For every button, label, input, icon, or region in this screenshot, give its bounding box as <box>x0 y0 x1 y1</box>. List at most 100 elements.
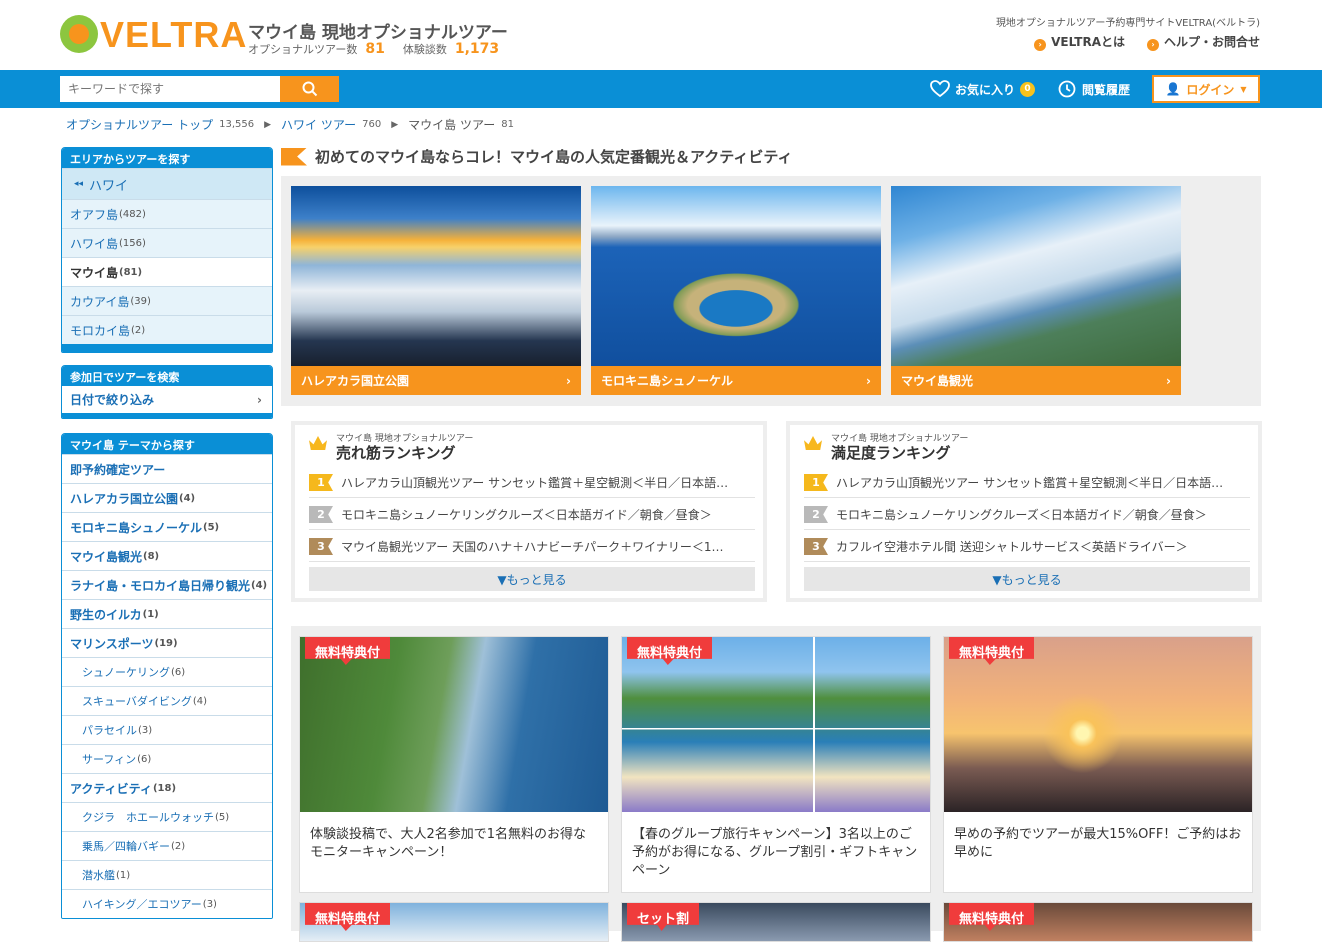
tagline: 現地オプショナルツアー予約専門サイトVELTRA(ベルトラ) <box>995 18 1260 29</box>
sidebar-item-whale[interactable]: クジラ ホエールウォッチ (5) <box>62 802 272 831</box>
theme-label: サーフィン <box>82 753 137 766</box>
sidebar-item-molokini[interactable]: モロキニ島シュノーケル (5) <box>62 512 272 541</box>
ranking-item[interactable]: 1 ハレアカラ山頂観光ツアー サンセット鑑賞＋星空観測＜半日／日本語… <box>309 468 755 498</box>
promo-card-monitor[interactable]: 無料特典付 体験談投稿で、大人2名参加で1名無料のお得なモニターキャンペーン！ <box>299 636 609 893</box>
theme-label: 野生のイルカ <box>70 607 142 622</box>
header-links: › VELTRAとは › ヘルプ・お問合せ <box>1034 33 1260 51</box>
sidebar-item-big-island[interactable]: ハワイ島 (156) <box>62 228 272 257</box>
breadcrumb-item-top[interactable]: オプショナルツアー トップ <box>66 116 213 133</box>
ranking-title: 売れ筋ランキング <box>336 444 456 462</box>
area-label: カウアイ島 <box>70 294 130 309</box>
help-link[interactable]: › ヘルプ・お問合せ <box>1146 33 1260 51</box>
promo-card-early-booking[interactable]: 無料特典付 早めの予約でツアーが最大15%OFF！ご予約はお早めに <box>943 636 1253 893</box>
favorites-label: お気に入り <box>954 82 1015 97</box>
feature-label: モロキニ島シュノーケル <box>601 374 734 388</box>
promo-panel: 無料特典付 体験談投稿で、大人2名参加で1名無料のお得なモニターキャンペーン！ … <box>291 626 1261 942</box>
maui-coast-photo <box>891 186 1181 366</box>
logo-text: VELTRA <box>100 14 248 55</box>
chevron-right-icon: › <box>1034 39 1047 51</box>
sidebar-item-submarine[interactable]: 潜水艦 (1) <box>62 860 272 889</box>
ranking-item[interactable]: 3 マウイ島観光ツアー 天国のハナ＋ハナビーチパーク＋ワイナリー＜1… <box>309 532 755 562</box>
feature-card-molokini[interactable]: モロキニ島シュノーケル › <box>591 186 881 396</box>
section-title-text: 初めてのマウイ島ならコレ！マウイ島の人気定番観光＆アクティビティ <box>315 148 793 166</box>
sidebar-item-parasail[interactable]: パラセイル (3) <box>62 715 272 744</box>
sidebar-item-dolphin[interactable]: 野生のイルカ (1) <box>62 599 272 628</box>
promo-card-row2[interactable]: セット割 <box>621 902 931 942</box>
theme-count: (2) <box>171 840 186 852</box>
ranking-item[interactable]: 1 ハレアカラ山頂観光ツアー サンセット鑑賞＋星空観測＜半日／日本語… <box>804 468 1250 498</box>
chevron-right-icon: › <box>566 373 571 388</box>
search-input[interactable] <box>60 76 280 102</box>
sidebar-item-instant[interactable]: 即予約確定ツアー <box>62 454 272 483</box>
area-parent-label: ハワイ <box>89 178 129 194</box>
history-link[interactable]: 閲覧履歴 <box>1057 79 1130 99</box>
chevron-right-icon: › <box>257 392 262 407</box>
sidebar-item-marine-sports[interactable]: マリンスポーツ (19) <box>62 628 272 657</box>
sidebar-item-scuba[interactable]: スキューバダイビング (4) <box>62 686 272 715</box>
theme-count: (6) <box>137 753 152 765</box>
feature-panel: ハレアカラ国立公園 › モロキニ島シュノーケル › マウイ島観光 › <box>281 176 1261 406</box>
breadcrumb-item-hawaii[interactable]: ハワイ ツアー <box>281 116 356 133</box>
area-count: (39) <box>130 295 151 307</box>
theme-box: マウイ島 テーマから探す 即予約確定ツアー ハレアカラ国立公園 (4) モロキニ島… <box>61 433 273 919</box>
history-icon <box>1058 80 1076 98</box>
area-parent-hawaii[interactable]: ◂◂ ハワイ <box>62 168 272 199</box>
rank-badge-2: 2 <box>309 506 333 523</box>
ranking-item-label: ハレアカラ山頂観光ツアー サンセット鑑賞＋星空観測＜半日／日本語… <box>341 476 729 490</box>
ranking-item[interactable]: 2 モロキニ島シュノーケリングクルーズ＜日本語ガイド／朝食／昼食＞ <box>804 500 1250 530</box>
date-heading: 参加日でツアーを検索 <box>62 366 272 386</box>
theme-label: パラセイル <box>82 724 137 737</box>
ranking-title: 満足度ランキング <box>831 444 951 462</box>
favorites-link[interactable]: お気に入り 0 <box>930 80 1035 98</box>
promo-card-row2[interactable]: 無料特典付 <box>943 902 1253 942</box>
area-label: モロカイ島 <box>70 323 131 338</box>
area-count: (482) <box>119 208 146 220</box>
area-box: エリアからツアーを探す ◂◂ ハワイ オアフ島 (482) ハワイ島 (156) マウ… <box>61 147 273 353</box>
caret-down-icon: ▼ <box>1240 84 1247 94</box>
search-button[interactable] <box>280 76 339 102</box>
sidebar-item-lanai-molokai[interactable]: ラナイ島・モロカイ島日帰り観光 (4) <box>62 570 272 599</box>
feature-card-bar: ハレアカラ国立公園 › <box>291 366 581 395</box>
theme-label: ラナイ島・モロカイ島日帰り観光 <box>70 578 251 593</box>
ranking-item[interactable]: 3 カフルイ空港ホテル間 送迎シャトルサービス＜英語ドライバー＞ <box>804 532 1250 562</box>
promo-text: 【春のグループ旅行キャンペーン】3名以上のご予約がお得になる、グループ割引・ギフ… <box>632 827 918 878</box>
sidebar-item-snorkeling[interactable]: シュノーケリング (6) <box>62 657 272 686</box>
sidebar-item-molokai[interactable]: モロカイ島 (2) <box>62 315 272 344</box>
promo-card-group[interactable]: 無料特典付 【春のグループ旅行キャンペーン】3名以上のご予約がお得になる、グルー… <box>621 636 931 893</box>
nav-bar: お気に入り 0 閲覧履歴 👤 ログイン ▼ <box>0 70 1322 108</box>
login-label: ログイン <box>1186 82 1235 97</box>
sidebar-item-activity[interactable]: アクティビティ (18) <box>62 773 272 802</box>
veltra-logo[interactable]: VELTRA <box>60 12 246 55</box>
sidebar-item-maui-sightseeing[interactable]: マウイ島観光 (8) <box>62 541 272 570</box>
feature-card-maui-sightseeing[interactable]: マウイ島観光 › <box>891 186 1181 396</box>
promo-card-row2[interactable]: 無料特典付 <box>299 902 609 942</box>
ranking-item-label: ハレアカラ山頂観光ツアー サンセット鑑賞＋星空観測＜半日／日本語… <box>836 476 1224 490</box>
sidebar-item-kauai[interactable]: カウアイ島 (39) <box>62 286 272 315</box>
rank-badge-3: 3 <box>804 538 828 555</box>
theme-count: (4) <box>251 579 268 591</box>
sidebar-item-hiking[interactable]: ハイキング／エコツアー (3) <box>62 889 272 918</box>
ranking-more-button[interactable]: ▼もっと見る <box>804 567 1250 591</box>
sidebar: エリアからツアーを探す ◂◂ ハワイ オアフ島 (482) ハワイ島 (156) マウ… <box>61 147 273 933</box>
sidebar-item-horse-atv[interactable]: 乗馬／四輪バギー (2) <box>62 831 272 860</box>
sidebar-item-oahu[interactable]: オアフ島 (482) <box>62 199 272 228</box>
theme-label: クジラ ホエールウォッチ <box>82 811 214 824</box>
login-button[interactable]: 👤 ログイン ▼ <box>1152 75 1260 103</box>
area-count: (156) <box>119 237 146 249</box>
about-link-label: VELTRAとは <box>1051 35 1125 49</box>
sidebar-item-maui[interactable]: マウイ島 (81) <box>62 257 272 286</box>
theme-label: ハイキング／エコツアー <box>82 898 202 911</box>
ranking-item-label: モロキニ島シュノーケリングクルーズ＜日本語ガイド／朝食／昼食＞ <box>836 508 1207 522</box>
theme-label: ハレアカラ国立公園 <box>70 491 179 506</box>
sidebar-item-haleakala[interactable]: ハレアカラ国立公園 (4) <box>62 483 272 512</box>
double-chevron-left-icon: ◂◂ <box>74 179 84 189</box>
promo-text: 体験談投稿で、大人2名参加で1名無料のお得なモニターキャンペーン！ <box>310 827 587 860</box>
sidebar-item-surfing[interactable]: サーフィン (6) <box>62 744 272 773</box>
date-filter-button[interactable]: 日付で絞り込み › <box>62 386 272 413</box>
feature-card-haleakala[interactable]: ハレアカラ国立公園 › <box>291 186 581 396</box>
about-link[interactable]: › VELTRAとは <box>1034 33 1125 51</box>
ranking-more-button[interactable]: ▼もっと見る <box>309 567 755 591</box>
ranking-item[interactable]: 2 モロキニ島シュノーケリングクルーズ＜日本語ガイド／朝食／昼食＞ <box>309 500 755 530</box>
breadcrumb: オプショナルツアー トップ 13,556 ▶ ハワイ ツアー 760 ▶ マウイ島 … <box>66 116 514 133</box>
site-title: マウイ島 現地オプショナルツアー <box>248 23 508 43</box>
